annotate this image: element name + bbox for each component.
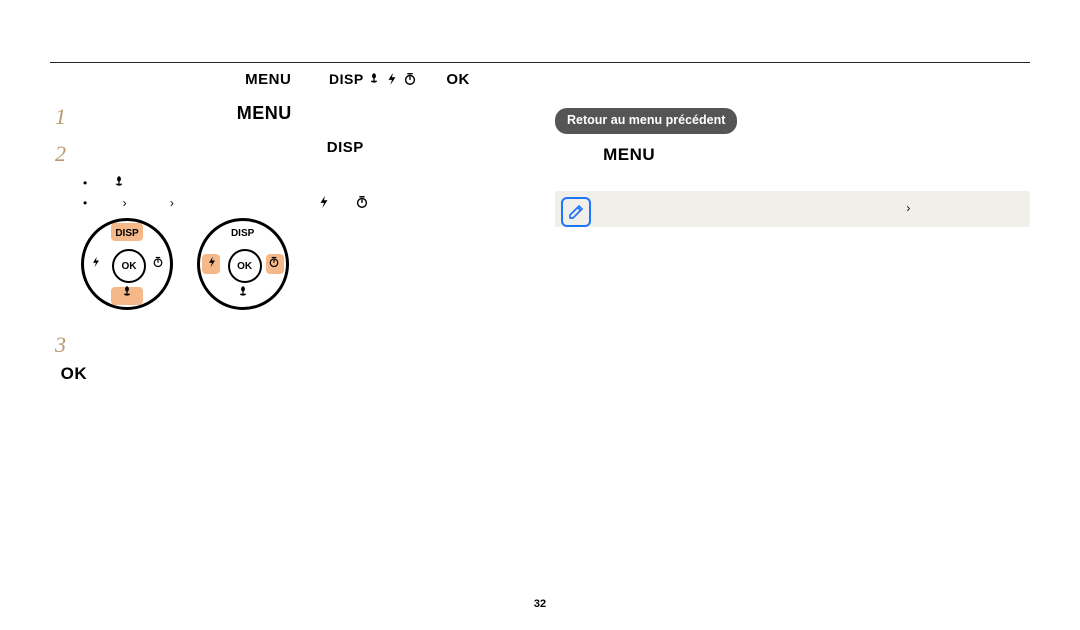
macro-down[interactable] <box>228 285 258 304</box>
macro-icon <box>120 285 134 299</box>
left-column: fl MENU fl DISP fl OK <box>55 70 535 386</box>
note-icon <box>561 197 591 227</box>
timer-icon <box>152 256 164 268</box>
timer-right[interactable] <box>265 256 283 273</box>
step-number-3: 3 <box>55 328 83 361</box>
disp-up[interactable]: DISP <box>112 226 142 241</box>
menu-label: MENU <box>603 145 655 164</box>
disp-up[interactable]: DISP <box>228 226 258 241</box>
flash-left[interactable] <box>203 256 221 273</box>
right-column: Retour au menu précédent fl MENU fl › <box>555 70 1030 227</box>
step-number-1: 1 <box>55 100 83 133</box>
macro-icon <box>112 175 126 189</box>
ok-button[interactable]: OK <box>112 249 146 283</box>
disp-label: DISP <box>329 71 364 87</box>
flash-icon <box>317 195 331 209</box>
bullet-horizontal: • D › › fl fl <box>83 194 535 212</box>
menu-label: MENU <box>245 71 291 88</box>
header-rule <box>50 62 1030 63</box>
bullet-vertical: • D fl <box>83 174 535 192</box>
ok-label: OK <box>446 71 470 88</box>
note-box: fl › <box>555 191 1030 227</box>
flash-icon <box>385 72 399 86</box>
control-dial-updown: OK DISP <box>81 218 173 310</box>
ok-label: OK <box>61 364 88 383</box>
timer-icon <box>403 72 417 86</box>
menu-label: MENU <box>237 103 292 123</box>
ok-button[interactable]: OK <box>228 249 262 283</box>
macro-down[interactable] <box>112 285 142 304</box>
flash-icon <box>206 256 218 268</box>
page-number: 32 <box>0 598 1080 610</box>
flash-icon <box>90 256 102 268</box>
macro-icon <box>236 285 250 299</box>
macro-icon <box>367 72 381 86</box>
header-fragment: fl MENU fl DISP fl OK <box>55 69 535 92</box>
back-pill: Retour au menu précédent <box>555 108 737 134</box>
flash-left[interactable] <box>87 256 105 273</box>
disp-label: DISP <box>327 139 364 156</box>
timer-icon <box>355 195 369 209</box>
control-dial-leftright: OK DISP <box>197 218 289 310</box>
timer-right[interactable] <box>149 256 167 273</box>
step-number-2: 2 <box>55 137 83 170</box>
timer-icon <box>268 256 280 268</box>
dial-row: OK DISP <box>81 218 535 316</box>
